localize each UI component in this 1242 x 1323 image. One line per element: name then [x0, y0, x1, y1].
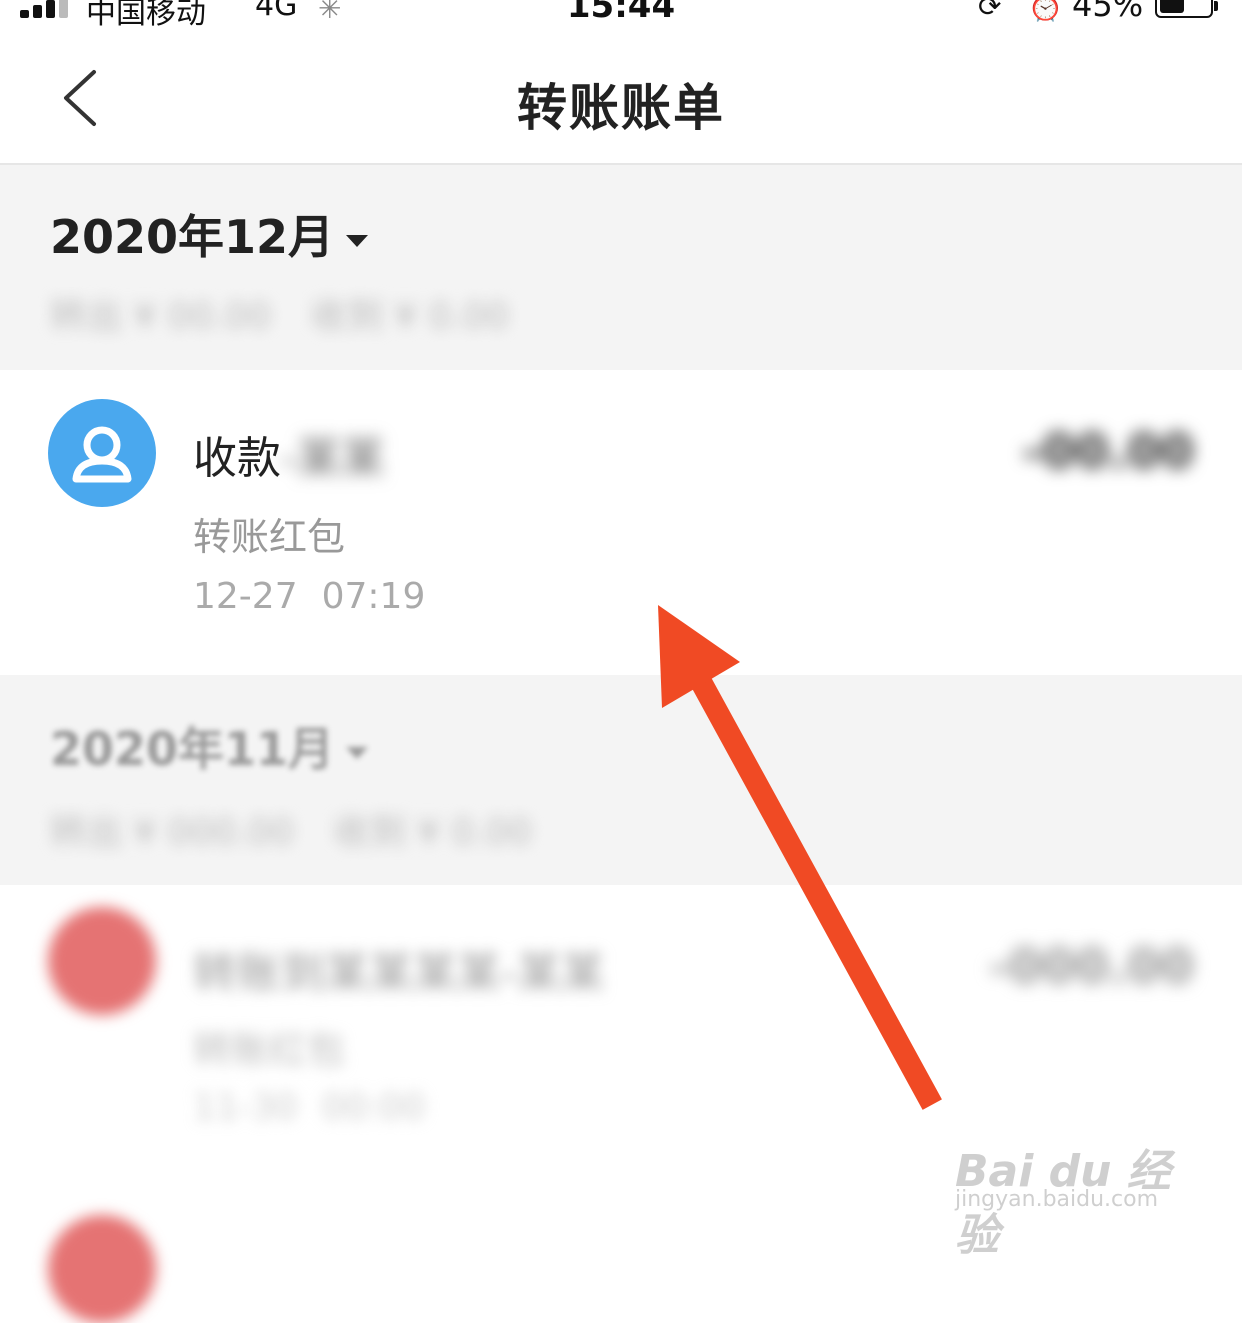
- transaction-subtitle: 转账红包: [193, 1028, 346, 1072]
- transaction-date: 11-30: [193, 1087, 298, 1128]
- transaction-title: 收款-某某: [193, 422, 385, 486]
- transaction-time: 07:19: [321, 576, 426, 617]
- user-icon: [48, 399, 156, 507]
- summary-in: 收到 ¥ 0.00: [333, 812, 532, 853]
- summary-out: 转出 ¥ 000.00: [50, 812, 294, 853]
- transaction-date: 12-27: [193, 576, 298, 617]
- watermark-url: jingyan.baidu.com: [955, 1187, 1159, 1212]
- alarm-icon: ⏰: [1028, 0, 1063, 23]
- summary-out: 转出 ¥ 00.00: [50, 296, 271, 337]
- transaction-subtitle: 转账红包: [193, 515, 346, 559]
- page-title: 转账账单: [517, 79, 725, 137]
- transaction-type: 收款: [193, 433, 281, 484]
- transaction-counterparty: -某某: [281, 433, 385, 484]
- battery-percentage: 45%: [1072, 0, 1144, 24]
- status-bar: 中国移动 4G ✳ 15:44 ⟳ ⏰ 45%: [0, 0, 1242, 31]
- month-filter[interactable]: 2020年11月: [50, 713, 369, 779]
- transaction-amount: -000.00: [988, 939, 1194, 995]
- caret-down-icon: [346, 234, 369, 247]
- summary-in: 收到 ¥ 0.00: [310, 296, 509, 337]
- caret-down-icon: [346, 746, 369, 759]
- avatar: [48, 907, 156, 1015]
- transaction-time: 00:00: [321, 1087, 426, 1128]
- navigation-bar: 转账账单: [0, 30, 1242, 165]
- month-label: 2020年12月: [50, 210, 335, 264]
- transaction-datetime: 11-30 00:00: [193, 1087, 425, 1128]
- rotation-lock-icon: ⟳: [978, 0, 1002, 23]
- month-summary: 转出 ¥ 000.00 收到 ¥ 0.00: [50, 803, 532, 855]
- month-summary: 转出 ¥ 00.00 收到 ¥ 0.00: [50, 287, 509, 339]
- watermark: Bai du 经验 jingyan.baidu.com: [955, 1135, 1185, 1261]
- month-header-november[interactable]: 2020年11月 转出 ¥ 000.00 收到 ¥ 0.00: [0, 675, 1242, 885]
- month-label: 2020年11月: [50, 722, 335, 776]
- transaction-item[interactable]: 收款-某某 -00.00 转账红包 12-27 07:19: [0, 370, 1242, 675]
- battery-icon: [1155, 0, 1218, 18]
- transaction-title: 转账到某某某某-某某: [193, 948, 605, 999]
- transaction-datetime: 12-27 07:19: [193, 576, 425, 617]
- avatar: [48, 1215, 156, 1323]
- month-filter[interactable]: 2020年12月: [50, 201, 369, 267]
- transaction-amount: -00.00: [1022, 424, 1194, 480]
- month-header-december[interactable]: 2020年12月 转出 ¥ 00.00 收到 ¥ 0.00: [0, 165, 1242, 370]
